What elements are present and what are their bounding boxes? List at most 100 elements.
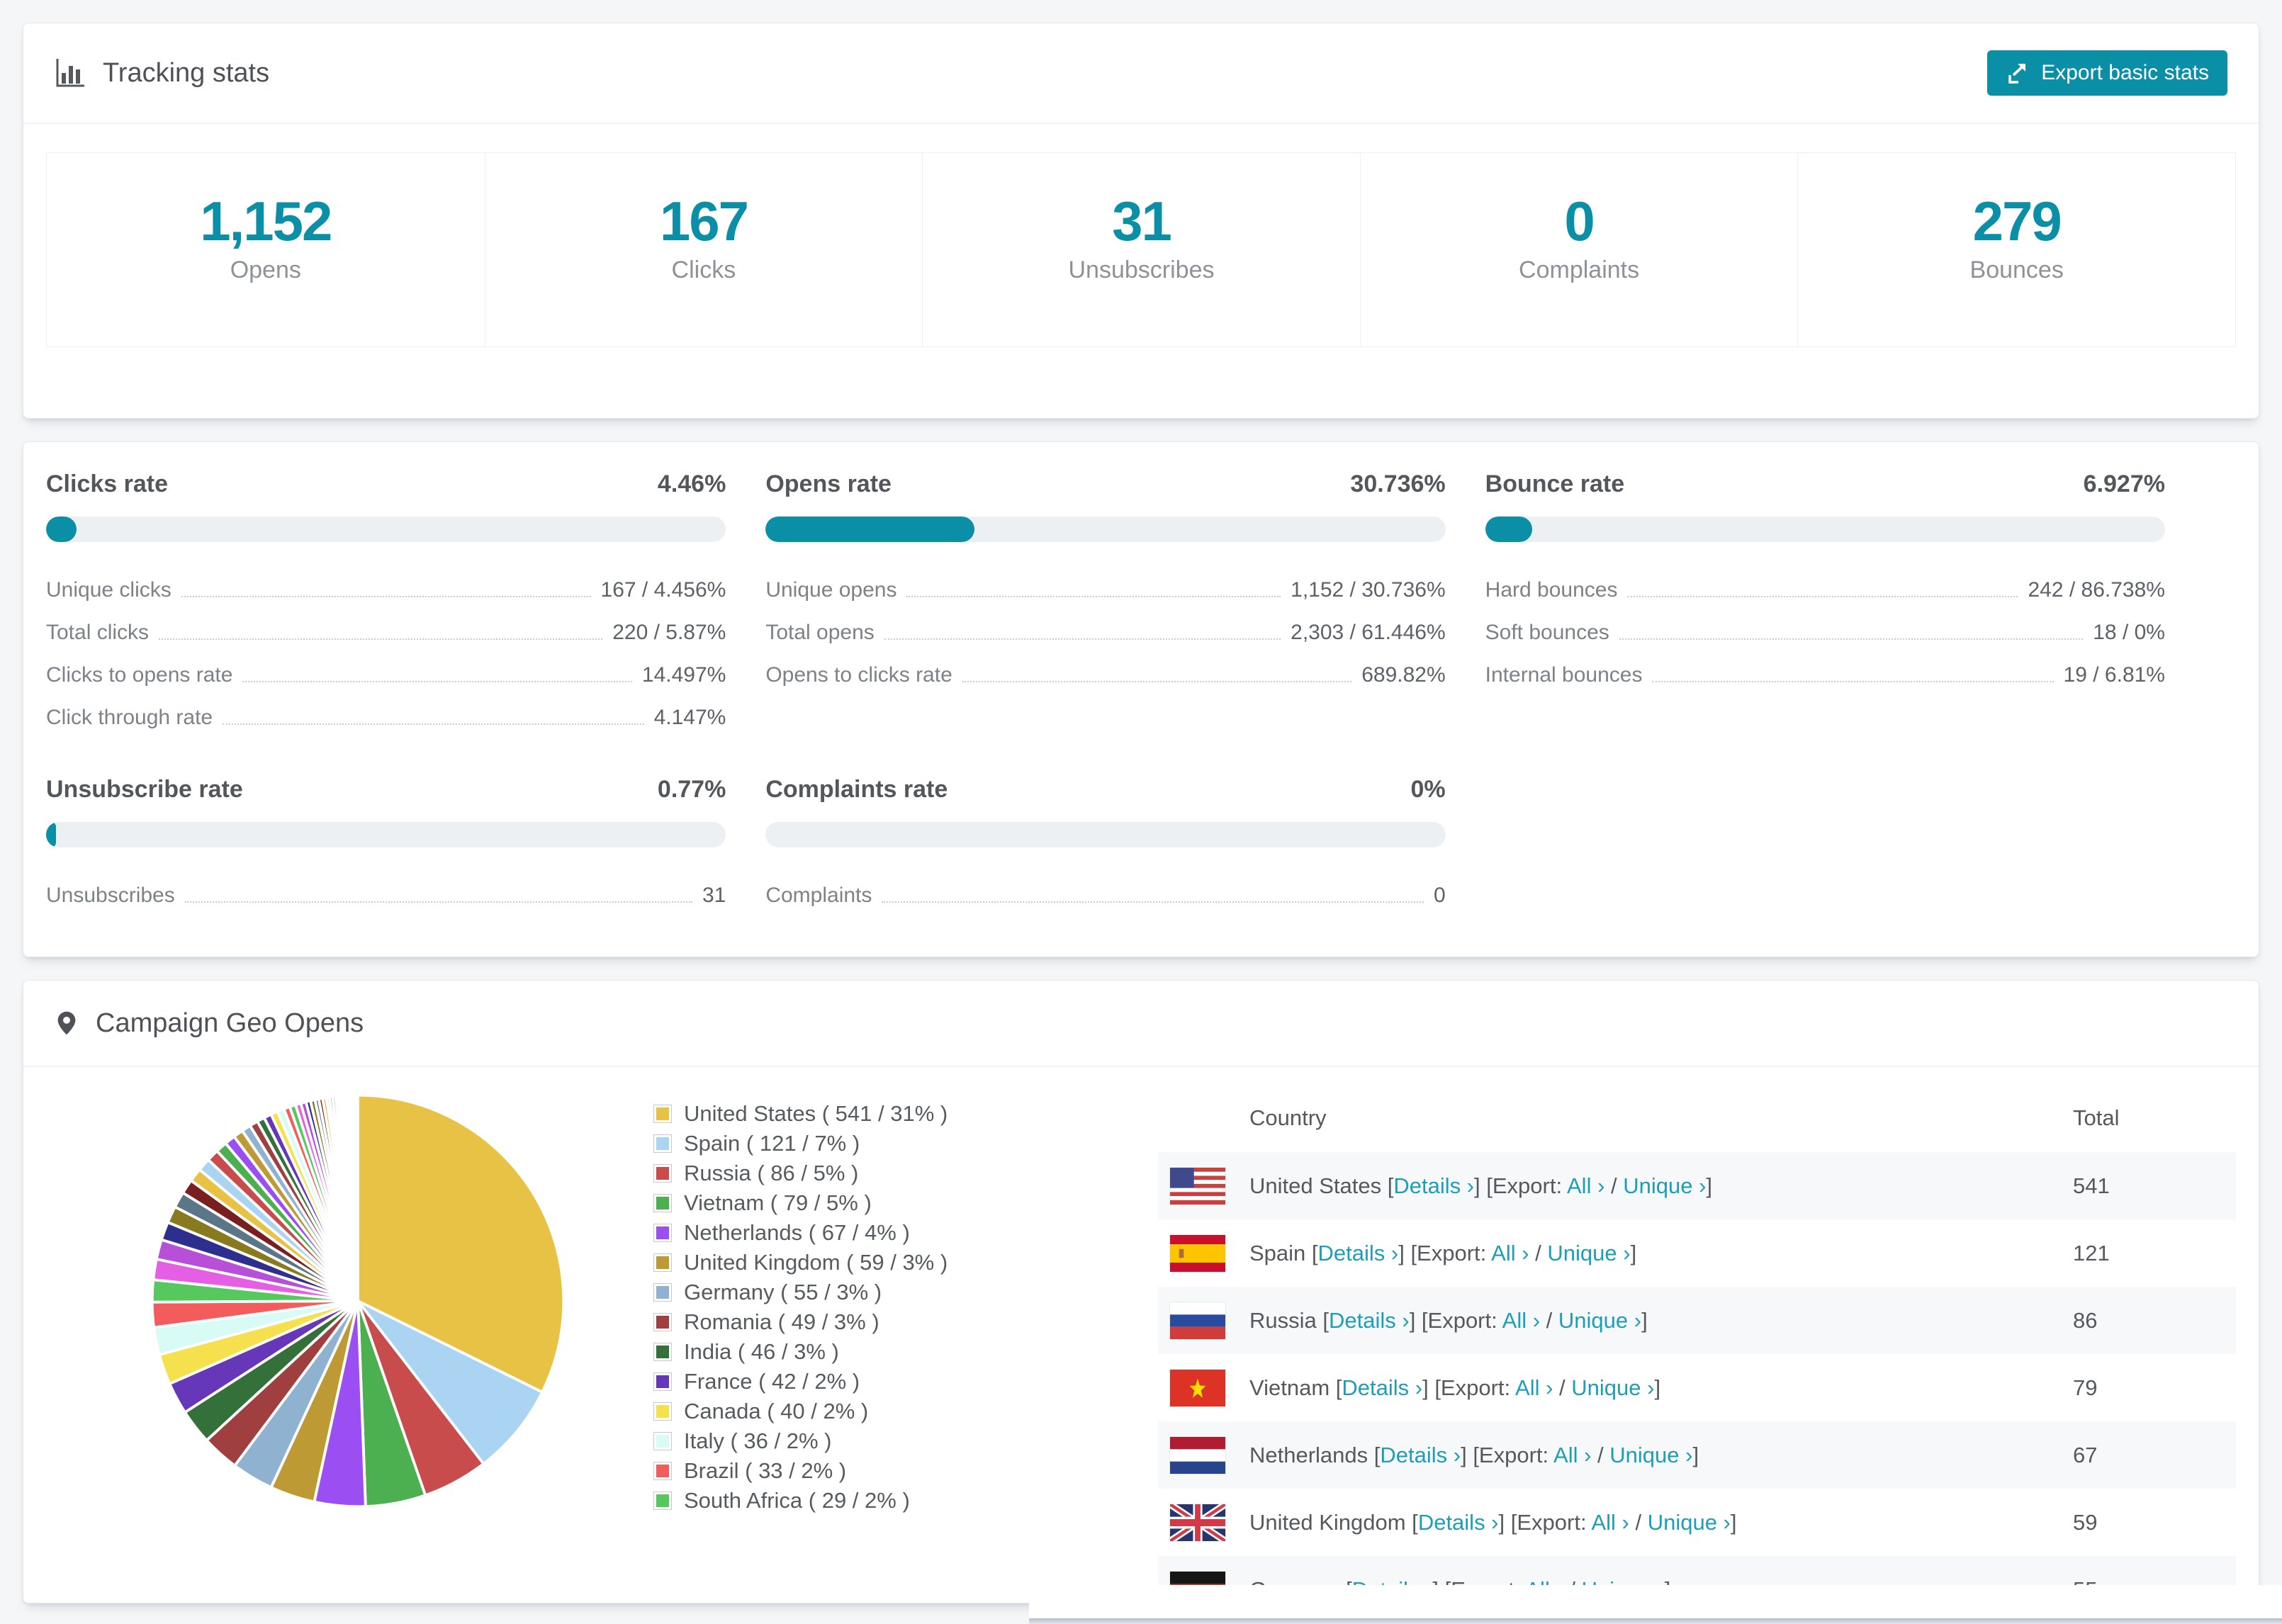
details-link[interactable]: Details › [1318, 1241, 1399, 1265]
export-unique-link[interactable]: Unique › [1623, 1173, 1706, 1198]
legend-item-romania: Romania ( 49 / 3% ) [654, 1311, 1158, 1333]
export-unique-link[interactable]: Unique › [1547, 1241, 1630, 1265]
dotted-leader [181, 596, 591, 597]
legend-label: Spain ( 121 / 7% ) [684, 1131, 860, 1156]
legend-label: United States ( 541 / 31% ) [684, 1101, 948, 1126]
legend-label: India ( 46 / 3% ) [684, 1339, 839, 1364]
export-all-link[interactable]: All › [1515, 1375, 1553, 1400]
progress-bar-bounce-rate [1485, 517, 2165, 542]
rate-block-unsubscribe-rate: Unsubscribe rate 0.77% Unsubscribes 31 [46, 776, 726, 917]
column-header-total: Total [2073, 1105, 2120, 1130]
dotted-leader [242, 681, 632, 682]
legend-swatch [654, 1402, 671, 1420]
legend-item-italy: Italy ( 36 / 2% ) [654, 1430, 1158, 1452]
legend-item-vietnam: Vietnam ( 79 / 5% ) [654, 1192, 1158, 1214]
legend-swatch [654, 1462, 671, 1479]
stat-value-opens: 1,152 [200, 190, 332, 252]
stat-value-unsubscribes: 31 [1112, 190, 1172, 252]
stat-label-opens: Opens [230, 256, 301, 283]
table-row-netherlands: Netherlands [Details ›] [Export: All › /… [1158, 1421, 2236, 1489]
details-link[interactable]: Details › [1342, 1375, 1422, 1400]
details-link[interactable]: Details › [1380, 1443, 1461, 1467]
metric-unique-opens: Unique opens 1,152 / 30.736% [765, 569, 1445, 611]
legend-item-south-africa: South Africa ( 29 / 2% ) [654, 1489, 1158, 1511]
table-row-vietnam: Vietnam [Details ›] [Export: All › / Uni… [1158, 1354, 2236, 1421]
pie-svg[interactable] [145, 1088, 570, 1513]
export-unique-link[interactable]: Unique › [1609, 1443, 1692, 1467]
metric-value: 242 / 86.738% [2028, 578, 2165, 602]
export-all-link[interactable]: All › [1567, 1173, 1604, 1198]
export-basic-stats-button[interactable]: Export basic stats [1987, 50, 2227, 96]
export-unique-link[interactable]: Unique › [1571, 1375, 1654, 1400]
legend-item-france: France ( 42 / 2% ) [654, 1370, 1158, 1392]
flag-nl-icon [1170, 1436, 1225, 1474]
export-all-link[interactable]: All › [1591, 1510, 1629, 1535]
legend-item-canada: Canada ( 40 / 2% ) [654, 1400, 1158, 1422]
legend-label: United Kingdom ( 59 / 3% ) [684, 1250, 948, 1275]
dotted-leader [184, 901, 692, 903]
metric-value: 19 / 6.81% [2063, 663, 2165, 687]
progress-bar-opens-rate [765, 517, 1446, 542]
rate-block-opens-rate: Opens rate 30.736% Unique opens 1,152 / 30.… [765, 470, 1446, 739]
export-unique-link[interactable]: Unique › [1558, 1308, 1641, 1333]
flag-vn-icon [1170, 1369, 1225, 1406]
horizontal-scrollbar[interactable] [1029, 1618, 2282, 1624]
export-all-link[interactable]: All › [1553, 1443, 1591, 1467]
total-cell: 86 [2073, 1307, 2098, 1333]
geo-pie-chart[interactable] [23, 1067, 570, 1513]
metric-label: Click through rate [46, 706, 213, 729]
column-header-country: Country [1249, 1105, 1327, 1130]
legend-item-united-states: United States ( 541 / 31% ) [654, 1103, 1158, 1124]
rate-block-complaints-rate: Complaints rate 0% Complaints 0 [765, 776, 1446, 917]
legend-swatch [654, 1134, 671, 1152]
legend-label: Vietnam ( 79 / 5% ) [684, 1190, 872, 1215]
metric-label: Total opens [765, 621, 875, 644]
rates-grid: Clicks rate 4.46% Unique clicks 167 / 4.456… [23, 442, 2259, 957]
metric-opens-to-clicks-rate: Opens to clicks rate 689.82% [765, 654, 1445, 697]
dotted-leader [1627, 596, 2018, 597]
rate-value: 0.77% [657, 776, 726, 803]
total-cell: 79 [2073, 1375, 2098, 1400]
metric-value: 14.497% [641, 663, 726, 687]
metric-value: 220 / 5.87% [612, 621, 726, 644]
dotted-leader [882, 901, 1424, 903]
rate-block-bounce-rate: Bounce rate 6.927% Hard bounces 242 / 86.73… [1485, 470, 2165, 739]
geo-opens-title: Campaign Geo Opens [96, 1008, 364, 1038]
stat-bounces: 279 Bounces [1797, 153, 2235, 346]
legend-swatch [654, 1343, 671, 1360]
legend-label: France ( 42 / 2% ) [684, 1369, 860, 1394]
metric-value: 4.147% [653, 706, 726, 729]
legend-item-india: India ( 46 / 3% ) [654, 1341, 1158, 1363]
stat-value-complaints: 0 [1564, 190, 1595, 252]
progress-fill [46, 822, 56, 847]
export-all-link[interactable]: All › [1491, 1241, 1529, 1265]
dotted-leader [159, 638, 603, 640]
dotted-leader [1619, 638, 2084, 640]
details-link[interactable]: Details › [1329, 1308, 1410, 1333]
legend-label: Italy ( 36 / 2% ) [684, 1428, 832, 1453]
details-link[interactable]: Details › [1418, 1510, 1499, 1535]
country-cell: Netherlands [Details ›] [Export: All › /… [1249, 1442, 1699, 1467]
metric-complaints: Complaints 0 [765, 874, 1445, 917]
geo-legend: United States ( 541 / 31% ) Spain ( 121 /… [570, 1067, 1158, 1519]
rate-title: Clicks rate [46, 470, 168, 497]
metric-label: Clicks to opens rate [46, 663, 233, 687]
progress-fill [765, 517, 975, 542]
stat-unsubscribes: 31 Unsubscribes [922, 153, 1360, 346]
export-icon [2008, 63, 2026, 84]
flag-es-icon [1170, 1234, 1225, 1272]
pie-slice-other-46[interactable] [355, 1093, 359, 1302]
flag-gb-icon [1170, 1504, 1225, 1541]
metric-value: 1,152 / 30.736% [1291, 578, 1446, 602]
metric-label: Total clicks [46, 621, 150, 644]
metric-value: 167 / 4.456% [600, 578, 726, 602]
details-link[interactable]: Details › [1393, 1173, 1474, 1198]
export-all-link[interactable]: All › [1502, 1308, 1540, 1333]
metric-label: Unique opens [765, 578, 897, 602]
export-unique-link[interactable]: Unique › [1648, 1510, 1731, 1535]
rate-value: 4.46% [657, 470, 726, 497]
metric-total-clicks: Total clicks 220 / 5.87% [46, 611, 726, 654]
geo-body: United States ( 541 / 31% ) Spain ( 121 /… [23, 1067, 2259, 1603]
geo-table-header: Country Total [1158, 1084, 2236, 1152]
legend-label: Romania ( 49 / 3% ) [684, 1309, 879, 1334]
